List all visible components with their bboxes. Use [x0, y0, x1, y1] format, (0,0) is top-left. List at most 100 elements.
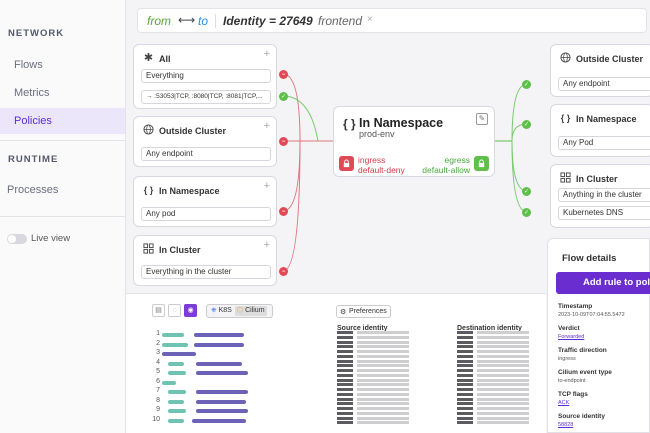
lock-icon[interactable]	[339, 156, 354, 171]
identity-placeholder	[357, 364, 409, 367]
card-selector-pill[interactable]: Any endpoint	[141, 147, 271, 161]
source-card-outside-cluster[interactable]: Outside Cluster + Any endpoint	[133, 116, 277, 167]
view-compact-button[interactable]: ◌	[168, 304, 181, 317]
identity-placeholder	[357, 335, 409, 339]
add-icon[interactable]: +	[264, 239, 270, 251]
identity-placeholder	[457, 392, 473, 396]
identity-placeholder	[457, 383, 473, 386]
allow-dot[interactable]: ✓	[522, 208, 531, 217]
cilium-tag-label: Cilium	[245, 307, 265, 314]
destination-bar	[196, 390, 248, 394]
identity-placeholder	[337, 359, 353, 363]
source-bar	[168, 361, 184, 366]
add-icon[interactable]: +	[264, 48, 270, 60]
card-selector-pill[interactable]: Everything	[141, 69, 271, 83]
identity-placeholder	[337, 388, 353, 391]
identity-placeholder	[337, 364, 353, 367]
add-rule-button[interactable]: Add rule to poli	[556, 272, 650, 294]
card-selector-pill[interactable]: Anything in the cluster	[558, 188, 650, 202]
card-selector-pill[interactable]: Everything in the cluster	[141, 265, 271, 279]
identity-placeholder	[477, 364, 529, 367]
k8s-tag[interactable]: ⎈ K8S	[209, 306, 234, 316]
identity-placeholder	[477, 416, 529, 420]
identity-placeholder	[477, 397, 529, 401]
preferences-button[interactable]: ⚙ Preferences	[336, 305, 391, 318]
ingress-policy-label[interactable]: ingress default-deny	[358, 155, 405, 175]
deny-dot[interactable]: −	[279, 207, 288, 216]
source-card-in-namespace[interactable]: { } In Namespace + Any pod	[133, 176, 277, 227]
identity-placeholder	[357, 402, 409, 405]
destination-bar	[196, 371, 248, 375]
view-graph-button[interactable]: ◉	[184, 304, 197, 317]
identity-placeholder	[357, 373, 409, 377]
ingress-direction: ingress	[358, 155, 386, 165]
identity-placeholder	[357, 416, 409, 420]
card-selector-pill[interactable]: Kubernetes DNS	[558, 206, 650, 220]
deny-dot[interactable]: −	[279, 70, 288, 79]
identity-placeholder	[337, 411, 353, 415]
destination-bar	[196, 361, 242, 366]
source-card-in-cluster[interactable]: In Cluster + Everything in the cluster	[133, 235, 277, 286]
identity-placeholder	[477, 392, 529, 396]
destination-card-in-namespace[interactable]: { } In Namespace Any Pod	[550, 104, 650, 157]
flows-table-panel: ▤ ◌ ◉ ⎈ K8S ⬡ Cilium ⚙ Preferences Sourc…	[126, 293, 546, 433]
identity-placeholder	[357, 421, 409, 424]
source-toggle[interactable]: ⎈ K8S ⬡ Cilium	[206, 304, 273, 318]
lock-icon[interactable]	[474, 156, 489, 171]
flow-details-title: Flow details	[562, 253, 617, 264]
identity-placeholder	[477, 411, 529, 415]
connector-line	[511, 83, 528, 142]
identity-placeholder	[457, 354, 473, 358]
identity-placeholder	[477, 354, 529, 358]
identity-placeholder	[457, 364, 473, 367]
fd-value-link[interactable]: Forwarded	[558, 334, 584, 340]
fd-label: Timestamp	[558, 303, 593, 310]
allow-dot[interactable]: ✓	[522, 80, 531, 89]
source-card-all[interactable]: ✱ All + Everything → :53053|TCP, :8080|T…	[133, 44, 277, 109]
identity-placeholder	[457, 388, 473, 391]
source-bar	[162, 333, 184, 337]
fd-value-link[interactable]: 58828	[558, 422, 573, 428]
view-list-button[interactable]: ▤	[152, 304, 165, 317]
cilium-tag[interactable]: ⬡ Cilium	[235, 306, 267, 316]
card-selector-pill[interactable]: Any endpoint	[558, 77, 650, 91]
braces-icon: { }	[143, 184, 154, 195]
allow-dot[interactable]: ✓	[522, 187, 531, 196]
edit-icon[interactable]: ✎	[476, 113, 488, 125]
connector-line	[282, 95, 319, 142]
namespace-policy-card[interactable]: { } In Namespace prod-env ✎ ingress defa…	[333, 106, 495, 177]
row-number: 1	[156, 330, 160, 337]
flow-details-panel: Flow details Add rule to poli Timestamp …	[547, 238, 650, 433]
card-selector-pill[interactable]: Any Pod	[558, 136, 650, 150]
connector-line	[282, 73, 333, 142]
fd-label: Source identity	[558, 413, 605, 420]
identity-placeholder	[477, 369, 529, 372]
add-icon[interactable]: +	[264, 120, 270, 132]
allow-dot[interactable]: ✓	[279, 92, 288, 101]
identity-placeholder	[457, 340, 473, 344]
identity-placeholder	[337, 378, 353, 382]
fd-value: to-endpoint	[558, 378, 586, 384]
allow-dot[interactable]: ✓	[522, 120, 531, 129]
deny-dot[interactable]: −	[279, 267, 288, 276]
egress-policy-label[interactable]: egress default-allow	[422, 155, 470, 175]
card-ports-pill[interactable]: → :53053|TCP, :8080|TCP, :8081|TCP,...	[141, 90, 271, 104]
card-selector-pill[interactable]: Any pod	[141, 207, 271, 221]
identity-placeholder	[477, 407, 529, 410]
row-number: 8	[156, 396, 160, 404]
identity-placeholder	[457, 373, 473, 377]
add-icon[interactable]: +	[264, 180, 270, 192]
identity-placeholder	[357, 388, 409, 391]
deny-dot[interactable]: −	[279, 137, 288, 146]
ingress-mode: default-deny	[358, 165, 405, 175]
source-bar	[168, 390, 186, 394]
destination-card-outside-cluster[interactable]: Outside Cluster Any endpoint	[550, 44, 650, 97]
identity-placeholder	[477, 345, 529, 348]
card-title: In Namespace	[159, 186, 220, 196]
identity-placeholder	[337, 335, 353, 339]
destination-bar	[194, 333, 244, 337]
card-title: In Cluster	[159, 245, 201, 255]
destination-card-in-cluster[interactable]: In Cluster Anything in the cluster Kuber…	[550, 164, 650, 228]
row-number: 3	[156, 349, 160, 356]
fd-value-link[interactable]: ACK	[558, 400, 569, 406]
